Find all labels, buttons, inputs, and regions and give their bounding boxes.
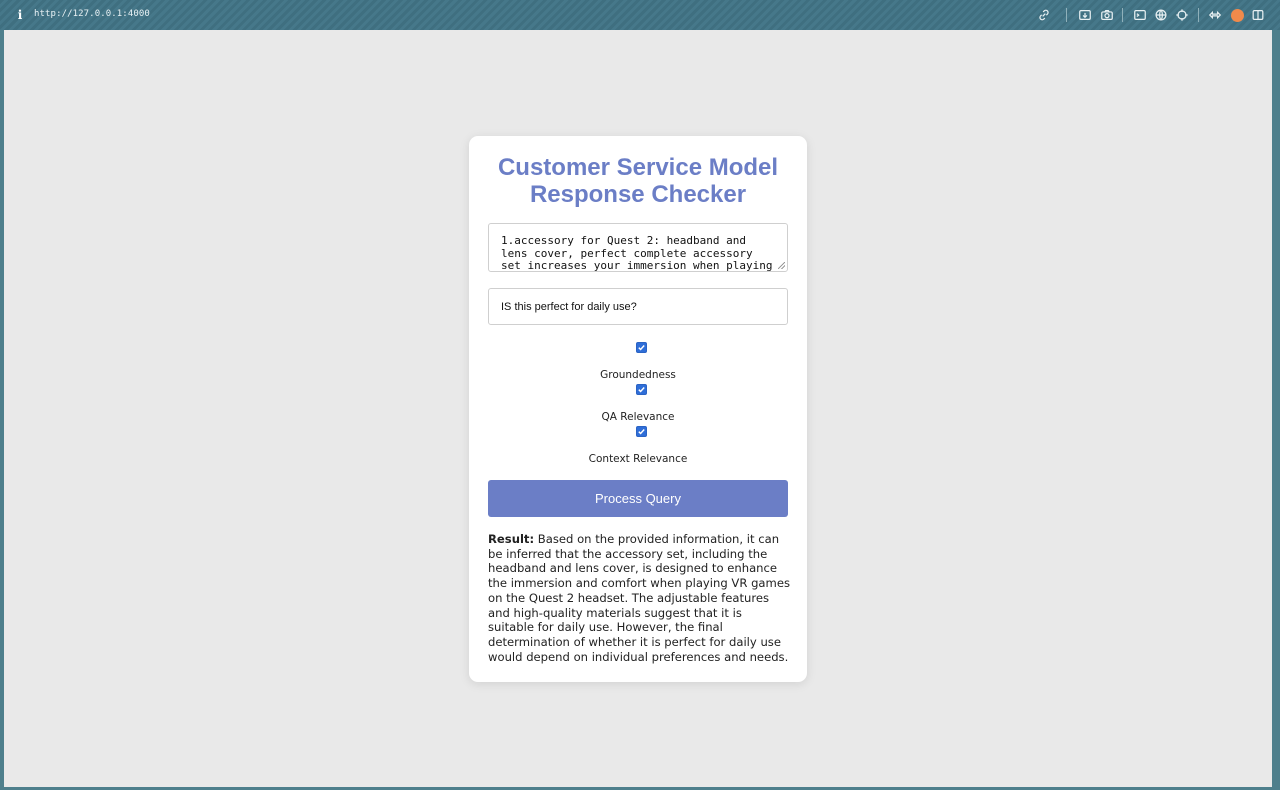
- checkbox-label-qa-relevance: QA Relevance: [601, 411, 675, 423]
- info-icon[interactable]: i: [15, 8, 25, 22]
- address-bar[interactable]: http://127.0.0.1:4000: [34, 9, 150, 19]
- crosshair-icon[interactable]: [1174, 7, 1190, 23]
- sidebar-icon[interactable]: [1250, 7, 1266, 23]
- avatar-icon[interactable]: [1231, 9, 1244, 22]
- extension-icon[interactable]: [1207, 7, 1223, 23]
- page-title: Customer Service Model Response Checker: [469, 154, 807, 208]
- process-query-button[interactable]: Process Query: [488, 480, 788, 517]
- result-text-block: Result: Based on the provided informatio…: [488, 532, 790, 664]
- browser-toolbar: i http://127.0.0.1:4000: [0, 0, 1280, 30]
- context-text: 1.accessory for Quest 2: headband and le…: [501, 234, 773, 272]
- result-text: Based on the provided information, it ca…: [488, 532, 790, 664]
- globe-icon[interactable]: [1153, 7, 1169, 23]
- checkmark-icon: [638, 429, 645, 435]
- page-viewport: Customer Service Model Response Checker …: [4, 30, 1272, 787]
- checkbox-label-context-relevance: Context Relevance: [588, 453, 688, 465]
- toolbar-separator: [1066, 8, 1067, 22]
- toolbar-separator: [1122, 8, 1123, 22]
- context-textarea[interactable]: 1.accessory for Quest 2: headband and le…: [488, 223, 788, 272]
- checkbox-groundedness[interactable]: [636, 384, 647, 395]
- checkmark-icon: [638, 345, 645, 351]
- toolbar-separator: [1198, 8, 1199, 22]
- terminal-icon[interactable]: [1132, 7, 1148, 23]
- download-icon[interactable]: [1077, 7, 1093, 23]
- link-icon[interactable]: [1036, 7, 1052, 23]
- camera-icon[interactable]: [1099, 7, 1115, 23]
- checkbox-qa-relevance[interactable]: [636, 426, 647, 437]
- checkbox-label-groundedness: Groundedness: [600, 369, 676, 381]
- title-line-2: Response Checker: [529, 181, 747, 208]
- result-label: Result:: [488, 532, 535, 546]
- checker-card: Customer Service Model Response Checker …: [469, 136, 807, 682]
- title-line-1: Customer Service Model: [497, 154, 779, 181]
- checkmark-icon: [638, 387, 645, 393]
- checkbox-1[interactable]: [636, 342, 647, 353]
- question-input[interactable]: IS this perfect for daily use?: [488, 288, 788, 325]
- resize-handle-icon[interactable]: [778, 262, 785, 269]
